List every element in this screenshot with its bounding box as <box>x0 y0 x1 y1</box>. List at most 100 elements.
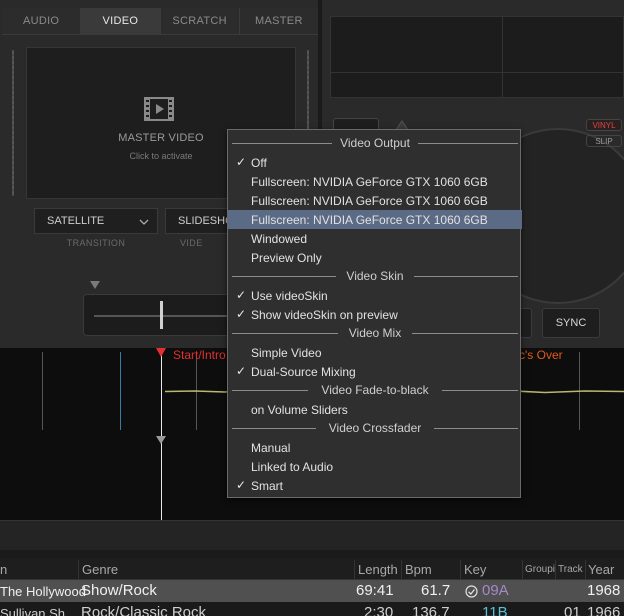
menu-item-off[interactable]: ✓ Off <box>228 153 522 172</box>
section-label: Video Crossfader <box>328 421 422 435</box>
column-separator <box>555 560 556 580</box>
crossfader-handle[interactable] <box>160 301 163 329</box>
column-separator <box>354 560 355 580</box>
tab-video[interactable]: VIDEO <box>81 8 161 34</box>
check-icon: ✓ <box>236 155 247 169</box>
video-fx-value: SLIDESHO <box>178 215 234 227</box>
transition-dropdown[interactable]: SATELLITE <box>34 208 158 234</box>
menu-item-linked-audio[interactable]: Linked to Audio <box>228 457 522 476</box>
column-artist[interactable]: n <box>0 562 7 577</box>
cell-year: 1968 <box>587 582 621 599</box>
column-key[interactable]: Key <box>464 562 486 577</box>
video-fx-dropdown[interactable]: SLIDESHO <box>165 208 235 234</box>
chevron-down-icon <box>139 219 149 225</box>
cell-bpm: 61.7 <box>421 582 451 599</box>
deck-divider <box>502 16 503 98</box>
video-crossfader[interactable] <box>83 294 238 336</box>
menu-item-smart[interactable]: ✓ Smart <box>228 476 522 495</box>
cell-artist: The Hollywood <box>0 584 86 599</box>
cell-bpm: 136.7 <box>412 604 450 616</box>
column-separator <box>522 560 523 580</box>
menu-item-preview-only[interactable]: Preview Only <box>228 248 522 267</box>
cue-marker-red[interactable] <box>156 348 166 357</box>
tab-master[interactable]: MASTER <box>239 8 318 34</box>
transition-value: SATELLITE <box>47 215 105 227</box>
section-label: Video Fade-to-black <box>321 383 429 397</box>
column-bpm[interactable]: Bpm <box>405 562 432 577</box>
menu-item-show-videoskin[interactable]: ✓ Show videoSkin on preview <box>228 305 522 324</box>
playhead-marker <box>156 436 166 444</box>
cue-label-start: Start/Intro <box>173 348 226 362</box>
menu-item-label: Smart <box>251 478 284 493</box>
slip-button[interactable]: SLIP <box>586 135 622 147</box>
cell-track: 01 <box>564 604 581 616</box>
menu-item-fullscreen-2[interactable]: Fullscreen: NVIDIA GeForce GTX 1060 6GB <box>228 191 522 210</box>
menu-item-dual-source[interactable]: ✓ Dual-Source Mixing <box>228 362 522 381</box>
menu-item-label: Windowed <box>251 231 308 246</box>
menu-item-label: Show videoSkin on preview <box>251 307 398 322</box>
deck-divider <box>330 72 624 73</box>
menu-item-label: Off <box>251 155 267 170</box>
menu-item-manual[interactable]: Manual <box>228 438 522 457</box>
cell-key: 09A <box>482 582 509 599</box>
check-circle-icon <box>465 585 478 598</box>
column-length[interactable]: Length <box>358 562 398 577</box>
film-icon <box>144 97 174 121</box>
cell-genre: Rock/Classic Rock <box>81 604 207 616</box>
menu-item-label: on Volume Sliders <box>251 402 348 417</box>
tab-scratch[interactable]: SCRATCH <box>160 8 240 34</box>
left-grip <box>12 50 14 196</box>
section-video-skin: Video Skin <box>228 267 522 286</box>
menu-item-label: Manual <box>251 440 291 455</box>
column-grouping[interactable]: Groupi <box>525 564 555 575</box>
section-label: Video Output <box>340 136 410 150</box>
section-label: Video Mix <box>348 326 402 340</box>
cell-genre: Show/Rock <box>81 582 157 599</box>
deck-display <box>330 16 624 98</box>
beat-marker <box>42 352 43 430</box>
transition-label: TRANSITION <box>66 238 126 248</box>
section-video-output: Video Output <box>228 134 522 153</box>
vinyl-button[interactable]: VINYL <box>586 119 622 131</box>
menu-item-windowed[interactable]: Windowed <box>228 229 522 248</box>
sync-button[interactable]: SYNC <box>542 308 600 338</box>
tab-audio[interactable]: AUDIO <box>2 8 82 34</box>
column-separator <box>401 560 402 580</box>
browser-toolbar <box>0 520 624 550</box>
menu-item-label: Use videoSkin <box>251 288 328 303</box>
section-label: Video Skin <box>346 269 404 283</box>
video-context-menu: Video Output ✓ Off Fullscreen: NVIDIA Ge… <box>227 129 522 498</box>
column-track[interactable]: Track <box>558 564 583 575</box>
menu-item-volume-sliders[interactable]: on Volume Sliders <box>228 400 522 419</box>
menu-item-use-videoskin[interactable]: ✓ Use videoSkin <box>228 286 522 305</box>
cue-label-over: c's Over <box>519 348 563 362</box>
section-video-crossfader: Video Crossfader <box>228 419 522 438</box>
section-video-mix: Video Mix <box>228 324 522 343</box>
menu-item-fullscreen-1[interactable]: Fullscreen: NVIDIA GeForce GTX 1060 6GB <box>228 172 522 191</box>
cell-length: 2:30 <box>364 604 394 616</box>
check-icon: ✓ <box>236 478 247 492</box>
menu-item-label: Preview Only <box>251 250 322 265</box>
cell-key: 11B <box>482 604 508 616</box>
playhead <box>161 350 162 520</box>
menu-item-label: Fullscreen: NVIDIA GeForce GTX 1060 6GB <box>251 174 488 189</box>
cell-length: 69:41 <box>356 582 394 599</box>
menu-item-label: Simple Video <box>251 345 322 360</box>
beat-marker <box>120 352 121 430</box>
check-icon: ✓ <box>236 288 247 302</box>
menu-item-label: Linked to Audio <box>251 459 334 474</box>
menu-item-label: Fullscreen: NVIDIA GeForce GTX 1060 6GB <box>251 193 488 208</box>
check-icon: ✓ <box>236 364 247 378</box>
column-genre[interactable]: Genre <box>82 562 118 577</box>
menu-item-label: Dual-Source Mixing <box>251 364 356 379</box>
cell-artist: Sullivan Sh <box>0 606 66 616</box>
section-fade-to-black: Video Fade-to-black <box>228 381 522 400</box>
column-separator <box>78 560 79 580</box>
menu-item-simple-video[interactable]: Simple Video <box>228 343 522 362</box>
column-year[interactable]: Year <box>588 562 614 577</box>
menu-item-fullscreen-3[interactable]: Fullscreen: NVIDIA GeForce GTX 1060 6GB <box>228 210 522 229</box>
mixer-tabs: AUDIO VIDEO SCRATCH MASTER <box>2 8 318 35</box>
menu-item-label: Fullscreen: NVIDIA GeForce GTX 1060 6GB <box>251 212 488 227</box>
column-separator <box>460 560 461 580</box>
cell-year: 1966 <box>587 604 621 616</box>
